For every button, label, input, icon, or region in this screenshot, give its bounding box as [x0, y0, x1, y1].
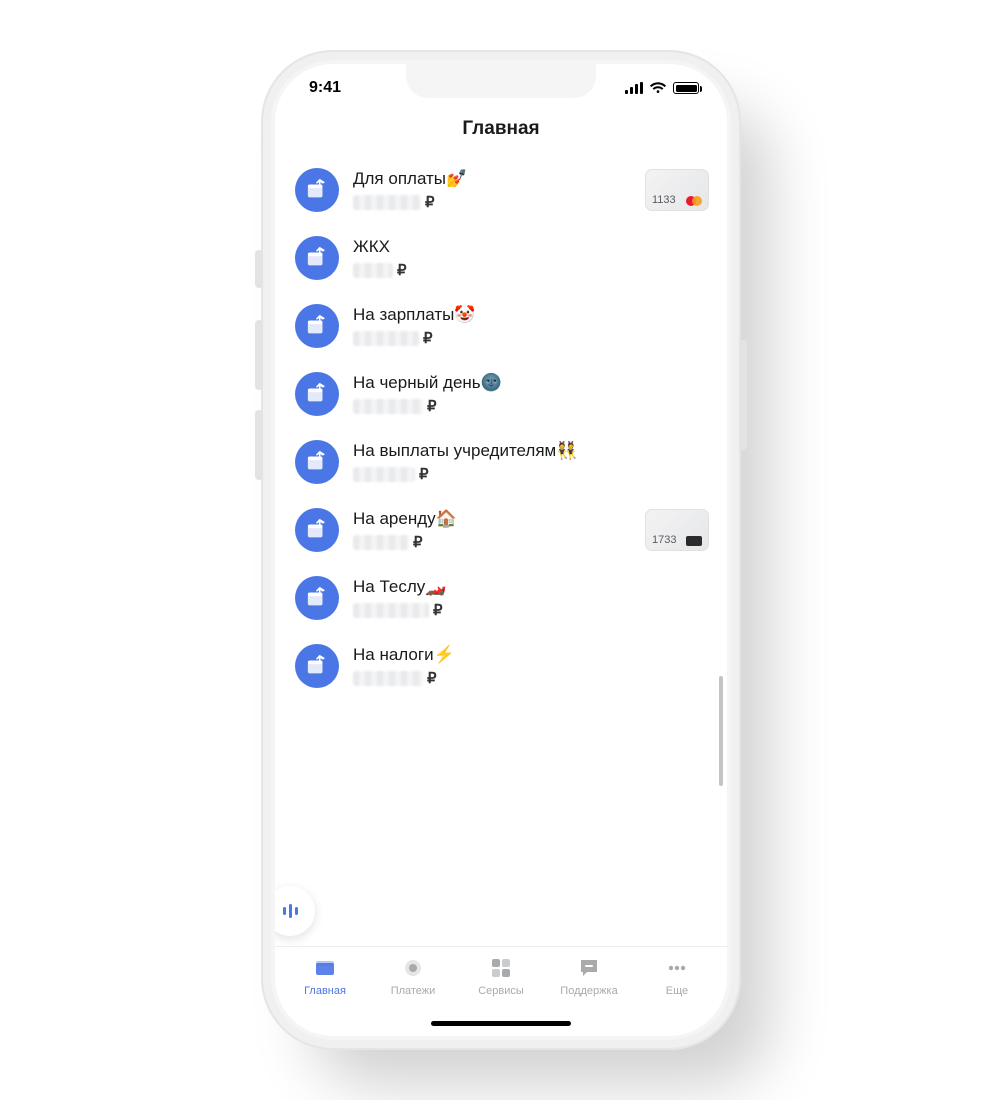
- wallet-icon: [295, 644, 339, 688]
- status-time: 9:41: [309, 79, 341, 97]
- balance-hidden: [353, 195, 421, 210]
- account-row[interactable]: На аренду🏠 ₽1733: [295, 496, 723, 564]
- account-title: На зарплаты🤡: [353, 305, 709, 325]
- account-row[interactable]: ЖКХ ₽: [295, 224, 723, 292]
- account-row[interactable]: На налоги⚡ ₽: [295, 632, 723, 700]
- home-indicator: [431, 1021, 571, 1026]
- mastercard-icon: [686, 196, 702, 206]
- mute-switch: [255, 250, 263, 288]
- account-balance: ₽: [353, 193, 631, 211]
- phone-frame: 9:41 Главная Для оплаты💅 ₽1133 ЖКХ ₽ На за…: [261, 50, 741, 1050]
- screen: 9:41 Главная Для оплаты💅 ₽1133 ЖКХ ₽ На за…: [275, 64, 727, 1036]
- more-icon: [664, 955, 690, 981]
- wallet-icon: [295, 440, 339, 484]
- notch: [406, 64, 596, 98]
- balance-hidden: [353, 603, 429, 618]
- wallet-icon: [295, 508, 339, 552]
- account-title: Для оплаты💅: [353, 169, 631, 189]
- account-body: На черный день🌚 ₽: [353, 373, 709, 415]
- currency-symbol: ₽: [419, 465, 429, 483]
- mir-icon: [686, 536, 702, 546]
- account-balance: ₽: [353, 533, 631, 551]
- cellular-icon: [625, 82, 643, 94]
- account-balance: ₽: [353, 601, 709, 619]
- wallet-icon: [295, 576, 339, 620]
- account-title: ЖКХ: [353, 237, 709, 257]
- currency-symbol: ₽: [423, 329, 433, 347]
- account-body: На выплаты учредителям👯 ₽: [353, 441, 709, 483]
- balance-hidden: [353, 399, 423, 414]
- services-icon: [488, 955, 514, 981]
- battery-icon: [673, 82, 699, 94]
- currency-symbol: ₽: [427, 669, 437, 687]
- accounts-list[interactable]: Для оплаты💅 ₽1133 ЖКХ ₽ На зарплаты🤡 ₽ На ч…: [275, 156, 727, 946]
- wifi-icon: [649, 81, 667, 95]
- account-title: На Теслу🏎️: [353, 577, 709, 597]
- balance-hidden: [353, 535, 409, 550]
- tab-label: Поддержка: [560, 985, 617, 997]
- account-title: На налоги⚡: [353, 645, 709, 665]
- tab-label: Сервисы: [478, 985, 524, 997]
- account-title: На выплаты учредителям👯: [353, 441, 709, 461]
- account-title: На черный день🌚: [353, 373, 709, 393]
- account-title: На аренду🏠: [353, 509, 631, 529]
- scroll-indicator: [719, 676, 723, 786]
- account-body: ЖКХ ₽: [353, 237, 709, 279]
- account-body: На аренду🏠 ₽: [353, 509, 631, 551]
- account-balance: ₽: [353, 261, 709, 279]
- card-last4: 1733: [652, 534, 676, 546]
- power-button: [739, 340, 747, 450]
- currency-symbol: ₽: [433, 601, 443, 619]
- card-last4: 1133: [652, 194, 676, 206]
- currency-symbol: ₽: [397, 261, 407, 279]
- support-icon: [576, 955, 602, 981]
- account-balance: ₽: [353, 329, 709, 347]
- payments-icon: [400, 955, 426, 981]
- wallet-icon: [295, 168, 339, 212]
- account-body: На Теслу🏎️ ₽: [353, 577, 709, 619]
- linked-card[interactable]: 1733: [645, 509, 709, 551]
- balance-hidden: [353, 263, 393, 278]
- account-row[interactable]: Для оплаты💅 ₽1133: [295, 156, 723, 224]
- account-row[interactable]: На зарплаты🤡 ₽: [295, 292, 723, 360]
- account-row[interactable]: На выплаты учредителям👯 ₽: [295, 428, 723, 496]
- account-body: Для оплаты💅 ₽: [353, 169, 631, 211]
- tab-label: Главная: [304, 985, 346, 997]
- page-title: Главная: [275, 112, 727, 156]
- account-balance: ₽: [353, 397, 709, 415]
- tab-label: Еще: [666, 985, 688, 997]
- account-balance: ₽: [353, 669, 709, 687]
- account-body: На налоги⚡ ₽: [353, 645, 709, 687]
- linked-card[interactable]: 1133: [645, 169, 709, 211]
- wallet-icon: [295, 236, 339, 280]
- wallet-icon: [295, 304, 339, 348]
- account-row[interactable]: На черный день🌚 ₽: [295, 360, 723, 428]
- currency-symbol: ₽: [425, 193, 435, 211]
- volume-down: [255, 410, 263, 480]
- home-icon: [312, 955, 338, 981]
- currency-symbol: ₽: [413, 533, 423, 551]
- tab-label: Платежи: [391, 985, 436, 997]
- currency-symbol: ₽: [427, 397, 437, 415]
- account-row[interactable]: На Теслу🏎️ ₽: [295, 564, 723, 632]
- volume-up: [255, 320, 263, 390]
- tab-home[interactable]: Главная: [281, 955, 369, 1036]
- balance-hidden: [353, 671, 423, 686]
- balance-hidden: [353, 331, 419, 346]
- tab-more[interactable]: Еще: [633, 955, 721, 1036]
- account-balance: ₽: [353, 465, 709, 483]
- wallet-icon: [295, 372, 339, 416]
- balance-hidden: [353, 467, 415, 482]
- account-body: На зарплаты🤡 ₽: [353, 305, 709, 347]
